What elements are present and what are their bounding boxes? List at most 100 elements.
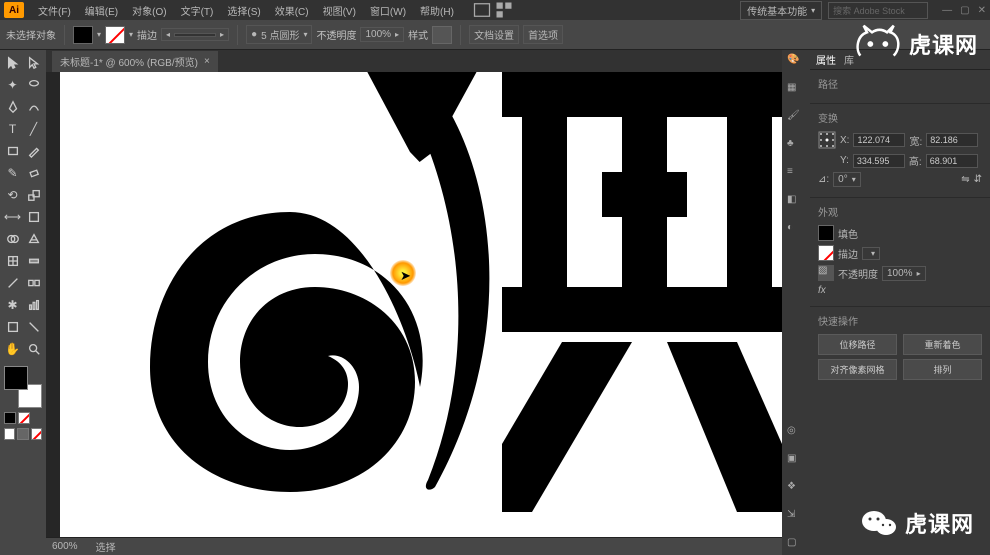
opacity-icon: ▨ <box>818 265 834 281</box>
preferences-button[interactable]: 首选项 <box>523 25 563 44</box>
menu-help[interactable]: 帮助(H) <box>414 1 460 20</box>
artboard-tool[interactable] <box>2 316 23 338</box>
curvature-tool[interactable] <box>23 96 44 118</box>
offset-path-button[interactable]: 位移路径 <box>818 334 897 355</box>
tab-properties[interactable]: 属性 <box>816 52 836 67</box>
stroke-color[interactable] <box>818 245 834 261</box>
hand-tool[interactable]: ✋ <box>2 338 23 360</box>
draw-normal[interactable] <box>4 428 15 440</box>
menu-window[interactable]: 窗口(W) <box>364 1 412 20</box>
style-label: 样式 <box>408 27 428 42</box>
width-tool[interactable]: ⟷ <box>2 206 23 228</box>
graphic-styles-panel-icon[interactable]: ▣ <box>787 453 805 471</box>
doc-setup-button[interactable]: 文档设置 <box>469 25 519 44</box>
mesh-tool[interactable] <box>2 250 23 272</box>
width-input[interactable] <box>926 133 978 147</box>
paintbrush-tool[interactable] <box>23 140 44 162</box>
blend-tool[interactable] <box>23 272 44 294</box>
close-tab-icon[interactable]: × <box>204 56 210 67</box>
menu-effect[interactable]: 效果(C) <box>269 1 315 20</box>
fx-label[interactable]: fx <box>818 285 826 296</box>
window-minimize-icon[interactable]: — <box>942 5 952 16</box>
transparency-panel-icon[interactable]: ◐ <box>787 222 805 240</box>
line-tool[interactable]: ╱ <box>23 118 44 140</box>
y-input[interactable] <box>853 154 905 168</box>
align-pixel-button[interactable]: 对齐像素网格 <box>818 359 897 380</box>
color-picker[interactable] <box>2 366 46 410</box>
menu-select[interactable]: 选择(S) <box>221 1 266 20</box>
stroke-label: 描边 <box>137 27 157 42</box>
eyedropper-tool[interactable] <box>2 272 23 294</box>
wechat-logo-icon <box>861 508 897 538</box>
stroke-swatch[interactable] <box>105 26 125 44</box>
bridge-icon[interactable] <box>472 1 492 19</box>
menu-file[interactable]: 文件(F) <box>32 1 77 20</box>
layers-panel-icon[interactable]: ❖ <box>787 481 805 499</box>
menu-view[interactable]: 视图(V) <box>317 1 362 20</box>
window-maximize-icon[interactable]: ▢ <box>960 5 969 16</box>
free-transform-tool[interactable] <box>23 206 44 228</box>
control-bar: 未选择对象 ▾ ▾ 描边 ◂▸ ● 5 点圆形 ▾ 不透明度 100%▸ 样式 … <box>0 20 990 50</box>
menu-object[interactable]: 对象(O) <box>126 1 172 20</box>
rotate-tool[interactable]: ⟲ <box>2 184 23 206</box>
appearance-panel-icon[interactable]: ◎ <box>787 425 805 443</box>
type-tool[interactable]: T <box>2 118 23 140</box>
draw-inside[interactable] <box>31 428 42 440</box>
swatches-panel-icon[interactable]: ▦ <box>787 82 805 100</box>
stroke-weight-input[interactable]: ◂▸ <box>161 28 229 41</box>
angle-input[interactable]: 0°▾ <box>833 172 861 187</box>
recolor-button[interactable]: 重新着色 <box>903 334 982 355</box>
x-input[interactable] <box>853 133 905 147</box>
direct-selection-tool[interactable] <box>23 52 44 74</box>
lasso-tool[interactable] <box>23 74 44 96</box>
opacity-field[interactable]: 100%▸ <box>882 266 926 281</box>
symbols-panel-icon[interactable]: ♣ <box>787 138 805 156</box>
arrange-icon[interactable] <box>494 1 514 19</box>
stroke-panel-icon[interactable]: ≡ <box>787 166 805 184</box>
color-panel-icon[interactable]: 🎨 <box>787 54 805 72</box>
mini-fill[interactable] <box>4 412 16 424</box>
arrange-button[interactable]: 排列 <box>903 359 982 380</box>
workspace-selector[interactable]: 传统基本功能▾ <box>740 1 822 20</box>
graph-tool[interactable] <box>23 294 44 316</box>
style-swatch[interactable] <box>432 26 452 44</box>
asset-export-panel-icon[interactable]: ⇲ <box>787 509 805 527</box>
height-input[interactable] <box>926 154 978 168</box>
shaper-tool[interactable]: ✎ <box>2 162 23 184</box>
shape-builder-tool[interactable] <box>2 228 23 250</box>
fill-swatch[interactable] <box>73 26 93 44</box>
symbol-sprayer-tool[interactable]: ✱ <box>2 294 23 316</box>
flip-h-icon[interactable]: ⇋ <box>961 174 969 185</box>
brushes-panel-icon[interactable]: 🖌 <box>787 110 805 128</box>
mini-stroke[interactable] <box>18 412 30 424</box>
reference-point-icon[interactable] <box>818 131 836 149</box>
document-tab[interactable]: 未标题-1* @ 600% (RGB/预览) × <box>52 51 218 72</box>
opacity-input[interactable]: 100%▸ <box>360 27 404 42</box>
tiger-logo-icon <box>851 24 903 64</box>
search-input[interactable]: 搜索 Adobe Stock <box>828 2 928 19</box>
gradient-tool[interactable] <box>23 250 44 272</box>
pen-tool[interactable] <box>2 96 23 118</box>
rectangle-tool[interactable] <box>2 140 23 162</box>
menu-edit[interactable]: 编辑(E) <box>79 1 124 20</box>
window-close-icon[interactable]: ✕ <box>978 5 986 16</box>
draw-behind[interactable] <box>17 428 28 440</box>
brush-preset[interactable]: ● 5 点圆形 ▾ <box>246 25 312 44</box>
scale-tool[interactable] <box>23 184 44 206</box>
menu-type[interactable]: 文字(T) <box>175 1 220 20</box>
zoom-level[interactable]: 600% <box>52 541 78 552</box>
selection-tool[interactable] <box>2 52 23 74</box>
eraser-tool[interactable] <box>23 162 44 184</box>
perspective-tool[interactable] <box>23 228 44 250</box>
artboards-panel-icon[interactable]: ▢ <box>787 537 805 555</box>
fill-color[interactable] <box>818 225 834 241</box>
stroke-weight[interactable]: ▾ <box>862 247 880 260</box>
opacity-label: 不透明度 <box>316 27 356 42</box>
flip-v-icon[interactable]: ⇵ <box>974 174 982 185</box>
canvas[interactable]: ➤ <box>60 72 782 537</box>
gradient-panel-icon[interactable]: ◧ <box>787 194 805 212</box>
zoom-tool[interactable] <box>23 338 44 360</box>
cursor-icon: ➤ <box>400 268 411 284</box>
magic-wand-tool[interactable]: ✦ <box>2 74 23 96</box>
slice-tool[interactable] <box>23 316 44 338</box>
